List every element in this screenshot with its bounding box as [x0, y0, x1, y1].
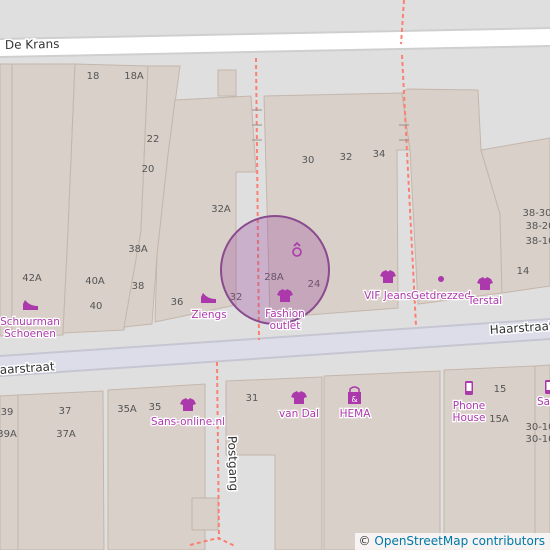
poi-label-getdrezzed[interactable]: Getdrezzed — [410, 289, 473, 304]
poi-label-phone-house[interactable]: Phone — [451, 399, 486, 414]
building — [0, 394, 19, 550]
street-label: Postgang — [225, 436, 241, 492]
house-number: 39 — [1, 407, 14, 418]
house-number: 40 — [90, 301, 103, 312]
house-number: 38A — [128, 244, 148, 255]
poi-label-hema[interactable]: HEMA — [338, 407, 372, 422]
svg-text:&: & — [351, 395, 357, 404]
poi-label-fashion-outlet[interactable]: Fashion — [264, 307, 306, 322]
house-number: 40A — [85, 276, 105, 287]
poi-label-van-dal[interactable]: van Dal — [278, 407, 321, 422]
house-number: 37A — [56, 429, 76, 440]
copyright-symbol: © — [358, 534, 371, 548]
house-number: 30-10 — [525, 422, 550, 433]
poi-label-ziengs[interactable]: Ziengs — [190, 308, 228, 323]
poi-label-sans-online[interactable]: Sans-online.nl — [150, 415, 227, 430]
house-number: 35A — [117, 404, 137, 415]
house-number: 30 — [302, 155, 315, 166]
house-number: 30-10 — [525, 434, 550, 445]
mobile-phone-icon[interactable] — [545, 380, 550, 394]
house-number: 31 — [246, 393, 259, 404]
poi-label-sat[interactable]: Sat — [536, 395, 550, 410]
house-number: 32 — [340, 152, 353, 163]
house-number: 34 — [373, 149, 386, 160]
poi-label-fashion-outlet[interactable]: outlet — [268, 319, 301, 334]
house-number: 37 — [59, 406, 72, 417]
building — [217, 69, 237, 97]
house-number: 15 — [494, 384, 507, 395]
house-number: 38-20 — [525, 221, 550, 232]
attribution-link[interactable]: OpenStreetMap contributors — [374, 534, 545, 548]
house-number: 18A — [124, 71, 144, 82]
house-number: 32A — [211, 204, 231, 215]
house-number: 38-30 — [522, 208, 550, 219]
poi-label-vif-jeans[interactable]: VIF Jeans — [363, 289, 413, 304]
house-number: 15A — [489, 414, 509, 425]
map-canvas[interactable]: De Krans Haarstraat aarstraat Postgang 1… — [0, 0, 550, 550]
house-number: 38-10 — [525, 236, 550, 247]
house-number: 35 — [149, 402, 162, 413]
house-number: 20 — [142, 164, 155, 175]
building — [323, 370, 441, 550]
house-number: 42A — [22, 273, 42, 284]
mobile-phone-icon[interactable] — [465, 381, 473, 395]
dot-icon[interactable] — [438, 276, 444, 282]
building — [443, 365, 536, 550]
house-number: 39A — [0, 429, 17, 440]
house-number: 18 — [87, 71, 100, 82]
house-number: 36 — [171, 297, 184, 308]
building — [0, 63, 13, 337]
poi-label-terstal[interactable]: Terstal — [466, 294, 504, 309]
attribution: © OpenStreetMap contributors — [354, 533, 550, 550]
street-label: De Krans — [5, 37, 60, 52]
house-number: 38 — [132, 281, 145, 292]
poi-label-schuurman-schoenen[interactable]: Schoenen — [3, 327, 57, 342]
building — [191, 497, 219, 531]
poi-label-schuurman-schoenen[interactable]: Schuurman — [0, 315, 61, 330]
house-number: 22 — [147, 134, 160, 145]
poi-label-phone-house[interactable]: House — [451, 411, 486, 426]
house-number: 14 — [517, 266, 530, 277]
